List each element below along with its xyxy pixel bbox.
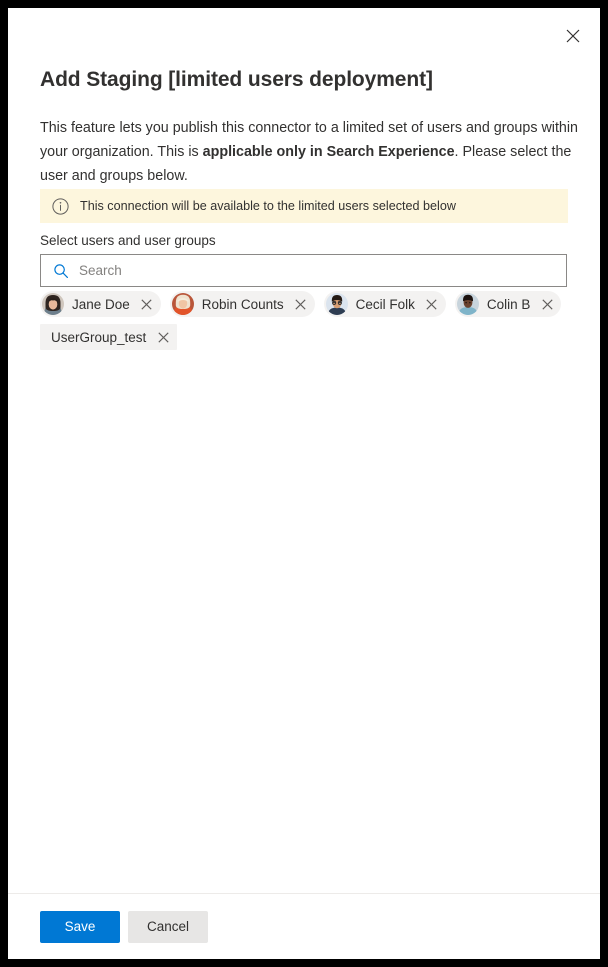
close-button[interactable] — [555, 18, 591, 54]
remove-chip-button[interactable] — [289, 292, 313, 316]
avatar-robin-counts — [171, 293, 194, 315]
people-search-box[interactable] — [40, 254, 567, 287]
info-message-text: This connection will be available to the… — [80, 199, 456, 213]
person-chip-cecil-folk[interactable]: Cecil Folk — [323, 291, 446, 317]
panel-body: Add Staging [limited users deployment] T… — [8, 8, 600, 893]
person-chip-jane-doe[interactable]: Jane Doe — [40, 291, 161, 317]
remove-chip-button[interactable] — [535, 292, 559, 316]
search-input[interactable] — [79, 255, 566, 286]
avatar-cecil-folk — [325, 293, 348, 315]
page-title: Add Staging [limited users deployment] — [40, 68, 433, 91]
close-icon — [566, 29, 580, 43]
close-icon — [158, 331, 169, 343]
avatar-jane-doe — [42, 293, 64, 315]
remove-chip-button[interactable] — [420, 292, 444, 316]
chip-label: Colin B — [486, 296, 531, 312]
person-chip-colin-b[interactable]: Colin B — [454, 291, 562, 317]
person-chip-robin-counts[interactable]: Robin Counts — [169, 291, 315, 317]
close-icon — [141, 298, 152, 310]
close-icon — [295, 298, 306, 310]
group-chip-usergroup-test[interactable]: UserGroup_test — [40, 324, 178, 350]
search-icon — [53, 263, 69, 279]
chip-label: Jane Doe — [72, 296, 130, 312]
add-staging-panel: Add Staging [limited users deployment] T… — [8, 8, 600, 959]
selected-people-chips: Jane Doe Robin Counts Cecil Folk Colin B… — [40, 291, 580, 350]
close-icon — [426, 298, 437, 310]
chip-label: UserGroup_test — [51, 329, 147, 345]
panel-footer: Save Cancel — [8, 894, 600, 959]
chip-label: Robin Counts — [201, 296, 284, 312]
avatar-colin-b — [456, 293, 479, 315]
description-text-bold: applicable only in Search Experience — [202, 144, 455, 160]
chip-label: Cecil Folk — [355, 296, 415, 312]
people-picker-label: Select users and user groups — [40, 233, 216, 248]
remove-chip-button[interactable] — [135, 292, 159, 316]
panel-description: This feature lets you publish this conne… — [40, 116, 580, 188]
cancel-button[interactable]: Cancel — [128, 910, 208, 943]
info-circle-icon — [52, 197, 69, 215]
remove-chip-button[interactable] — [151, 325, 175, 349]
close-icon — [542, 298, 553, 310]
info-message-bar: This connection will be available to the… — [40, 189, 568, 223]
save-button[interactable]: Save — [40, 910, 120, 943]
